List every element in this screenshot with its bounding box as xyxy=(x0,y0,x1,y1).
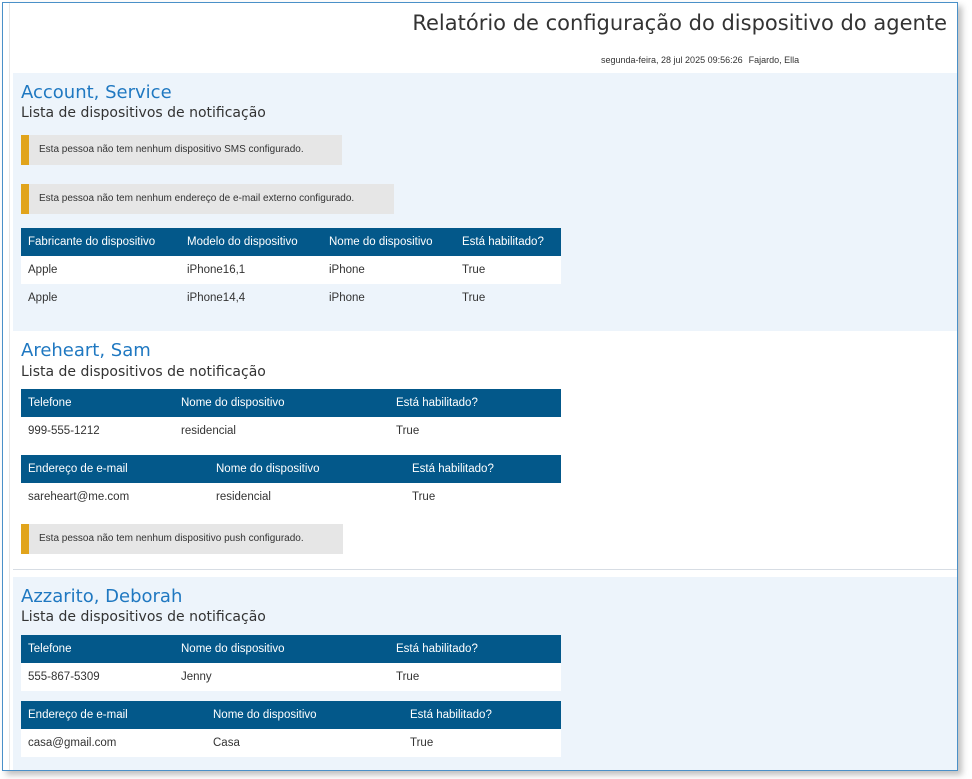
col-header: Nome do dispositivo xyxy=(322,228,455,256)
phone-devices-table: Telefone Nome do dispositivo Está habili… xyxy=(21,635,561,691)
table-header-row: Telefone Nome do dispositivo Está habili… xyxy=(21,389,561,417)
section-divider xyxy=(13,569,957,570)
table-row: sareheart@me.com residencial True xyxy=(21,483,561,511)
table-cell: iPhone xyxy=(322,256,455,284)
col-header: Telefone xyxy=(21,389,174,417)
section-subtitle: Lista de dispositivos de notificação xyxy=(21,609,266,625)
table-header-row: Endereço de e-mail Nome do dispositivo E… xyxy=(21,701,561,729)
push-devices-table: Fabricante do dispositivo Modelo do disp… xyxy=(21,228,561,312)
col-header: Está habilitado? xyxy=(455,228,561,256)
col-header: Nome do dispositivo xyxy=(174,389,389,417)
col-header: Endereço de e-mail xyxy=(21,455,209,483)
col-header: Telefone xyxy=(21,635,174,663)
col-header: Nome do dispositivo xyxy=(174,635,389,663)
person-section-areheart-sam: Areheart, Sam Lista de dispositivos de n… xyxy=(13,331,957,569)
phone-devices-table: Telefone Nome do dispositivo Está habili… xyxy=(21,389,561,445)
col-header: Endereço de e-mail xyxy=(21,701,206,729)
table-header-row: Endereço de e-mail Nome do dispositivo E… xyxy=(21,455,561,483)
report-window: Relatório de configuração do dispositivo… xyxy=(2,2,958,771)
email-devices-table: Endereço de e-mail Nome do dispositivo E… xyxy=(21,701,561,757)
table-cell: True xyxy=(403,729,561,757)
report-title: Relatório de configuração do dispositivo… xyxy=(412,11,947,35)
table-cell: True xyxy=(455,284,561,312)
table-cell: Jenny xyxy=(174,663,389,691)
report-user: Fajardo, Ella xyxy=(748,55,800,65)
notice-no-email: Esta pessoa não tem nenhum endereço de e… xyxy=(21,184,394,214)
table-row: 999-555-1212 residencial True xyxy=(21,417,561,445)
col-header: Nome do dispositivo xyxy=(206,701,403,729)
col-header: Está habilitado? xyxy=(389,635,561,663)
table-cell: 999-555-1212 xyxy=(21,417,174,445)
table-header-row: Fabricante do dispositivo Modelo do disp… xyxy=(21,228,561,256)
col-header: Está habilitado? xyxy=(405,455,561,483)
report-date: segunda-feira, 28 jul 2025 09:56:26 xyxy=(601,55,743,65)
section-subtitle: Lista de dispositivos de notificação xyxy=(21,105,266,121)
notice-no-sms: Esta pessoa não tem nenhum dispositivo S… xyxy=(21,135,342,165)
table-header-row: Telefone Nome do dispositivo Está habili… xyxy=(21,635,561,663)
table-cell: True xyxy=(389,663,561,691)
person-name: Account, Service xyxy=(21,82,172,103)
col-header: Está habilitado? xyxy=(403,701,561,729)
person-section-account-service: Account, Service Lista de dispositivos d… xyxy=(13,73,957,331)
table-cell: iPhone16,1 xyxy=(180,256,322,284)
table-cell: residencial xyxy=(209,483,405,511)
report-meta: segunda-feira, 28 jul 2025 09:56:26 Fajar… xyxy=(601,55,799,65)
person-name: Azzarito, Deborah xyxy=(21,586,183,607)
section-subtitle: Lista de dispositivos de notificação xyxy=(21,364,266,380)
table-cell: iPhone14,4 xyxy=(180,284,322,312)
table-cell: casa@gmail.com xyxy=(21,729,206,757)
table-row: 555-867-5309 Jenny True xyxy=(21,663,561,691)
table-cell: True xyxy=(389,417,561,445)
col-header: Fabricante do dispositivo xyxy=(21,228,180,256)
table-row: Apple iPhone14,4 iPhone True xyxy=(21,284,561,312)
table-cell: residencial xyxy=(174,417,389,445)
col-header: Modelo do dispositivo xyxy=(180,228,322,256)
table-row: casa@gmail.com Casa True xyxy=(21,729,561,757)
left-rail xyxy=(3,3,10,770)
table-cell: True xyxy=(455,256,561,284)
person-section-azzarito-deborah: Azzarito, Deborah Lista de dispositivos … xyxy=(13,577,957,770)
table-cell: Casa xyxy=(206,729,403,757)
person-name: Areheart, Sam xyxy=(21,340,151,361)
table-cell: iPhone xyxy=(322,284,455,312)
notice-no-push: Esta pessoa não tem nenhum dispositivo p… xyxy=(21,524,343,554)
table-cell: Apple xyxy=(21,284,180,312)
table-cell: True xyxy=(405,483,561,511)
table-row: Apple iPhone16,1 iPhone True xyxy=(21,256,561,284)
col-header: Está habilitado? xyxy=(389,389,561,417)
email-devices-table: Endereço de e-mail Nome do dispositivo E… xyxy=(21,455,561,511)
table-cell: sareheart@me.com xyxy=(21,483,209,511)
col-header: Nome do dispositivo xyxy=(209,455,405,483)
table-cell: Apple xyxy=(21,256,180,284)
table-cell: 555-867-5309 xyxy=(21,663,174,691)
